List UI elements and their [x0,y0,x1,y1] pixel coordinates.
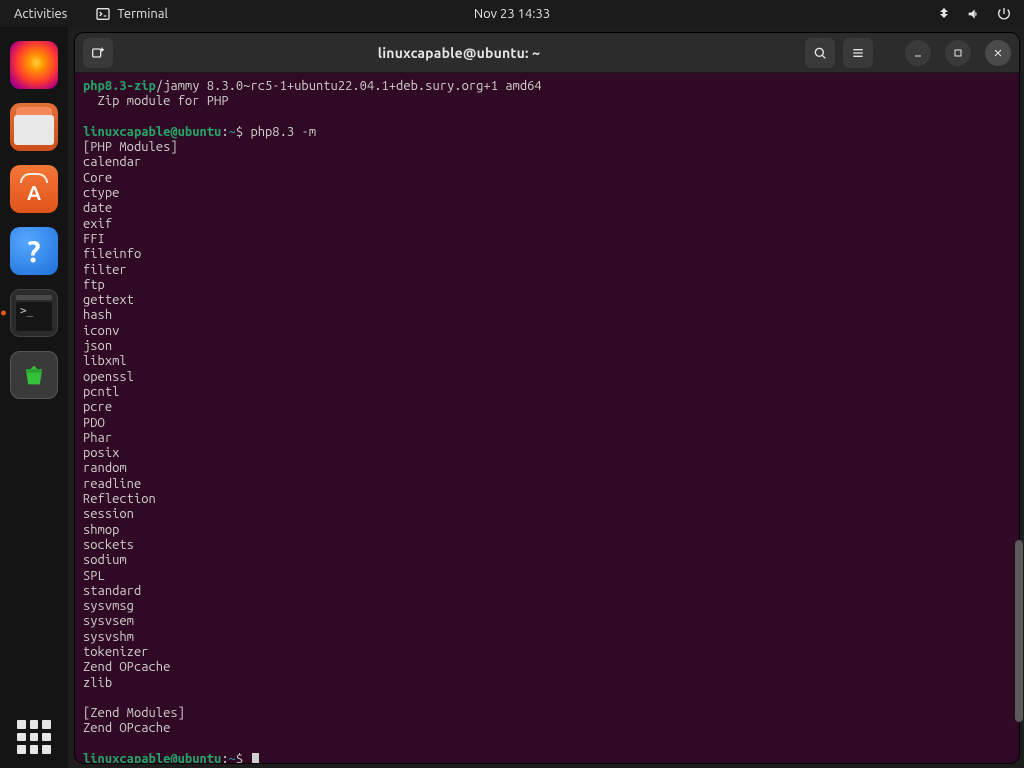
dock-files[interactable] [10,103,58,151]
show-applications[interactable] [0,720,68,754]
scrollbar[interactable] [1015,540,1023,722]
window-titlebar: linuxcapable@ubuntu: ~ [75,33,1019,73]
search-button[interactable] [805,38,835,68]
dock-trash[interactable] [10,351,58,399]
maximize-button[interactable] [945,40,971,66]
gnome-topbar: Activities Terminal Nov 23 14:33 [0,0,1024,27]
power-icon[interactable] [996,6,1012,22]
dock [0,27,68,768]
hamburger-menu[interactable] [843,38,873,68]
new-tab-button[interactable] [83,38,113,68]
clock[interactable]: Nov 23 14:33 [474,7,550,21]
terminal-icon [95,6,111,22]
topbar-app-label: Terminal [117,7,168,21]
volume-icon[interactable] [966,6,982,22]
dock-terminal[interactable] [10,289,58,337]
dock-software[interactable] [10,165,58,213]
window-title: linuxcapable@ubuntu: ~ [121,45,797,61]
dock-firefox[interactable] [10,41,58,89]
network-icon[interactable] [936,6,952,22]
terminal-window: linuxcapable@ubuntu: ~ php8.3-zip/jammy … [74,32,1020,764]
topbar-app-indicator[interactable]: Terminal [95,6,168,22]
system-tray[interactable] [936,6,1012,22]
activities-button[interactable]: Activities [14,7,67,21]
close-button[interactable] [985,40,1011,66]
minimize-button[interactable] [905,40,931,66]
terminal-content[interactable]: php8.3-zip/jammy 8.3.0~rc5-1+ubuntu22.04… [75,73,1019,763]
dock-help[interactable] [10,227,58,275]
